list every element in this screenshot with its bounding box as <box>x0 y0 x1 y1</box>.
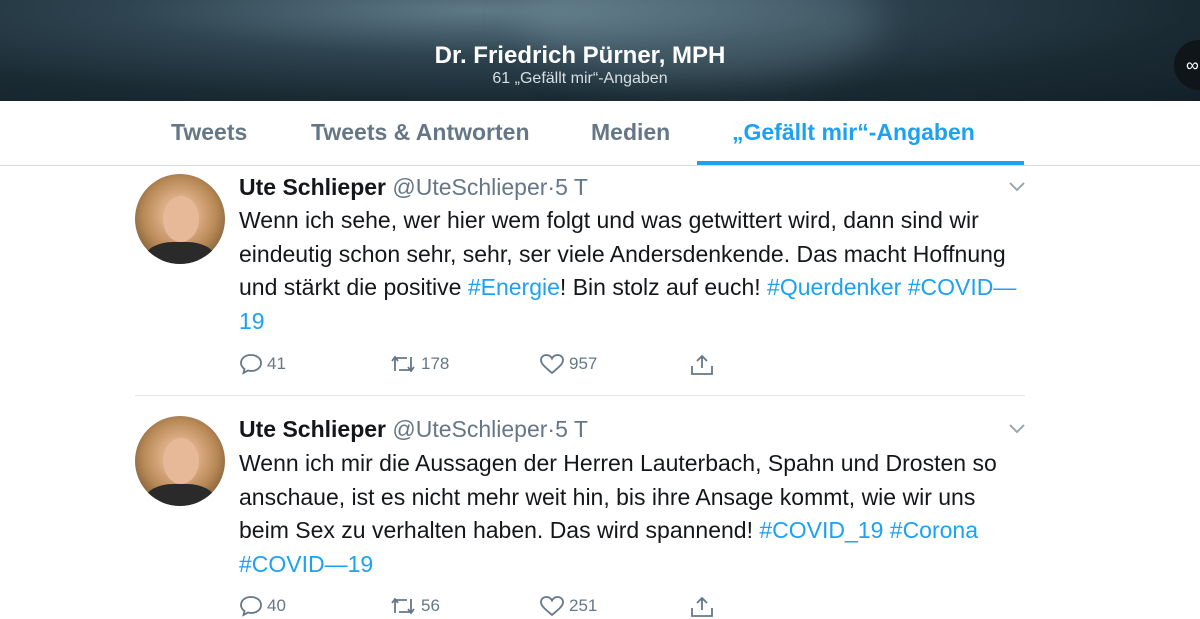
chevron-down-icon[interactable] <box>1008 422 1026 434</box>
tweet-text: Wenn ich sehe, wer hier wem folgt und wa… <box>239 204 1029 338</box>
more-icon: ∞ <box>1186 55 1199 75</box>
retweet-count: 56 <box>421 596 440 615</box>
tab-media[interactable]: Medien <box>591 119 670 146</box>
profile-header: Dr. Friedrich Pürner, MPH 61 „Gefällt mi… <box>0 0 1200 101</box>
tweet-time[interactable]: 5 T <box>555 174 588 200</box>
reply-count: 41 <box>267 354 286 373</box>
avatar[interactable] <box>135 416 225 506</box>
more-options-button[interactable]: ∞ <box>1174 40 1200 90</box>
reply-button[interactable]: 41 <box>239 353 286 375</box>
tab-tweets-and-replies[interactable]: Tweets & Antworten <box>311 119 530 146</box>
chevron-down-icon[interactable] <box>1008 180 1026 192</box>
retweet-button[interactable]: 178 <box>389 353 449 375</box>
share-button[interactable] <box>689 595 719 619</box>
like-button[interactable]: 957 <box>539 353 597 375</box>
tweet-header: Ute Schlieper @UteSchlieper·5 T <box>239 416 588 443</box>
share-button[interactable] <box>689 353 719 377</box>
reply-button[interactable]: 40 <box>239 595 286 617</box>
tweet-text: Wenn ich mir die Aussagen der Herren Lau… <box>239 447 1029 581</box>
tweet-2[interactable]: Ute Schlieper @UteSchlieper·5 T Wenn ich… <box>0 408 1200 617</box>
heart-icon <box>540 596 564 617</box>
tweet-1[interactable]: Ute Schlieper @UteSchlieper·5 T Wenn ich… <box>0 166 1200 394</box>
hashtag-link[interactable]: #Energie <box>468 274 560 300</box>
likes-count-subtitle: 61 „Gefällt mir“-Angaben <box>492 70 668 87</box>
active-tab-indicator <box>697 161 1024 165</box>
hashtag-link[interactable]: #COVID_19 <box>759 517 883 543</box>
retweet-icon <box>391 355 415 373</box>
separator-dot: · <box>547 416 556 442</box>
text-span: ! Bin stolz auf euch! <box>559 274 768 300</box>
retweet-button[interactable]: 56 <box>389 595 440 617</box>
like-button[interactable]: 251 <box>539 595 597 617</box>
author-handle[interactable]: @UteSchlieper <box>392 174 547 200</box>
tab-likes[interactable]: „Gefällt mir“-Angaben <box>732 119 975 146</box>
hashtag-link[interactable]: #COVID—19 <box>239 551 373 577</box>
like-count: 957 <box>569 354 598 373</box>
profile-tabs: Tweets Tweets & Antworten Medien „Gefäll… <box>0 101 1200 166</box>
hashtag-link[interactable]: #Corona <box>890 517 978 543</box>
reply-icon <box>240 596 262 617</box>
separator-dot: · <box>547 174 556 200</box>
avatar[interactable] <box>135 174 225 264</box>
share-icon <box>691 354 713 375</box>
tab-tweets[interactable]: Tweets <box>171 119 247 146</box>
profile-name-title: Dr. Friedrich Pürner, MPH <box>434 42 726 69</box>
retweet-count: 178 <box>421 354 450 373</box>
author-name[interactable]: Ute Schlieper <box>239 416 386 442</box>
tweet-header: Ute Schlieper @UteSchlieper·5 T <box>239 174 588 201</box>
heart-icon <box>540 354 564 375</box>
hashtag-link[interactable]: #Querdenker <box>767 274 901 300</box>
like-count: 251 <box>569 596 598 615</box>
author-name[interactable]: Ute Schlieper <box>239 174 386 200</box>
tweet-time[interactable]: 5 T <box>555 416 588 442</box>
reply-icon <box>240 354 262 375</box>
retweet-icon <box>391 597 415 615</box>
reply-count: 40 <box>267 596 286 615</box>
author-handle[interactable]: @UteSchlieper <box>392 416 547 442</box>
tweet-divider <box>135 395 1025 396</box>
share-icon <box>691 596 713 617</box>
